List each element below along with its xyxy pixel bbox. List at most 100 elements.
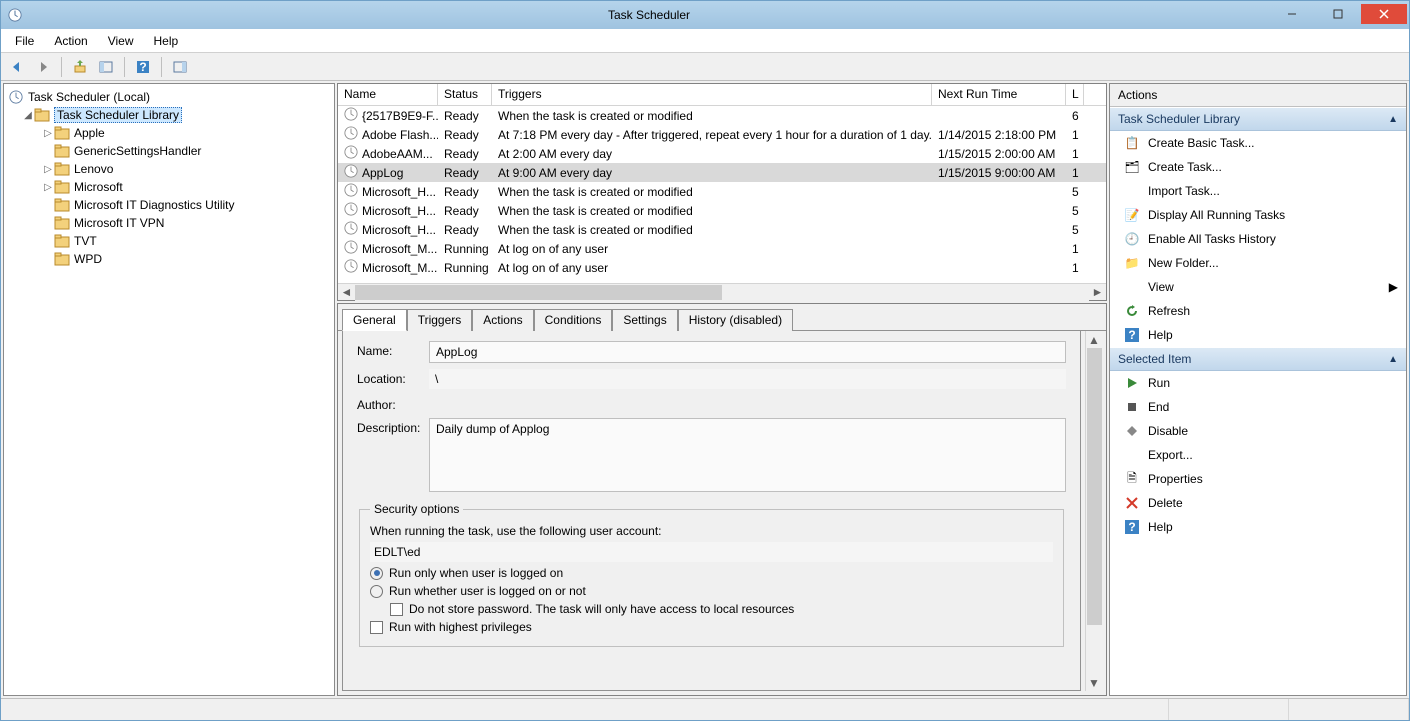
tree-item-apple[interactable]: ▷Apple: [8, 124, 330, 142]
tree-item-wpd[interactable]: WPD: [8, 250, 330, 268]
collapse-icon[interactable]: ▲: [1388, 354, 1398, 365]
forward-button[interactable]: [31, 56, 55, 78]
tab-conditions[interactable]: Conditions: [534, 309, 613, 331]
action-enable-history[interactable]: 🕘Enable All Tasks History: [1110, 227, 1406, 251]
action-help[interactable]: ?Help: [1110, 323, 1406, 347]
description-label: Description:: [357, 418, 429, 435]
scroll-up-icon[interactable]: ▲: [1086, 331, 1102, 348]
col-last[interactable]: L: [1066, 84, 1084, 105]
task-name: {2517B9E9-F...: [338, 106, 438, 125]
action-help-2[interactable]: ?Help: [1110, 515, 1406, 539]
task-row[interactable]: AppLogReadyAt 9:00 AM every day1/15/2015…: [338, 163, 1106, 182]
tree-item-tvt[interactable]: TVT: [8, 232, 330, 250]
task-next-run: [932, 267, 1066, 269]
action-disable[interactable]: Disable: [1110, 419, 1406, 443]
tree[interactable]: Task Scheduler (Local) ◢ Task Scheduler …: [8, 88, 330, 268]
show-hide-tree-button[interactable]: [94, 56, 118, 78]
action-new-folder[interactable]: 📁New Folder...: [1110, 251, 1406, 275]
task-row[interactable]: Microsoft_M...RunningAt log on of any us…: [338, 239, 1106, 258]
scroll-track[interactable]: [355, 284, 1089, 301]
tree-item-lenovo[interactable]: ▷Lenovo: [8, 160, 330, 178]
action-view[interactable]: View▶: [1110, 275, 1406, 299]
help-button[interactable]: ?: [131, 56, 155, 78]
task-next-run: [932, 115, 1066, 117]
separator: [61, 57, 62, 77]
action-export[interactable]: Export...: [1110, 443, 1406, 467]
col-next[interactable]: Next Run Time: [932, 84, 1066, 105]
name-field[interactable]: AppLog: [429, 341, 1066, 363]
col-status[interactable]: Status: [438, 84, 492, 105]
tab-general[interactable]: General: [342, 309, 407, 331]
clock-icon: [344, 202, 358, 219]
task-row[interactable]: AdobeAAM...ReadyAt 2:00 AM every day1/15…: [338, 144, 1106, 163]
clock-icon: [344, 183, 358, 200]
check-highest-priv[interactable]: Run with highest privileges: [370, 620, 1053, 634]
action-create-task[interactable]: 🗂Create Task...: [1110, 155, 1406, 179]
back-button[interactable]: [5, 56, 29, 78]
tree-library[interactable]: ◢ Task Scheduler Library: [8, 106, 330, 124]
tab-actions[interactable]: Actions: [472, 309, 533, 331]
minimize-button[interactable]: [1269, 4, 1315, 24]
expand-icon[interactable]: ▷: [42, 182, 54, 193]
tree-item-msitdiag[interactable]: Microsoft IT Diagnostics Utility: [8, 196, 330, 214]
check-no-password[interactable]: Do not store password. The task will onl…: [370, 602, 1053, 616]
checkbox-icon[interactable]: [390, 603, 403, 616]
radio-icon[interactable]: [370, 567, 383, 580]
task-last: 1: [1066, 127, 1084, 143]
action-end[interactable]: End: [1110, 395, 1406, 419]
menu-action[interactable]: Action: [46, 32, 95, 50]
action-import-task[interactable]: Import Task...: [1110, 179, 1406, 203]
action-create-basic-task[interactable]: 📋Create Basic Task...: [1110, 131, 1406, 155]
radio-logged-on[interactable]: Run only when user is logged on: [370, 566, 1053, 580]
task-row[interactable]: Microsoft_H...ReadyWhen the task is crea…: [338, 220, 1106, 239]
titlebar[interactable]: Task Scheduler: [1, 1, 1409, 29]
tab-triggers[interactable]: Triggers: [407, 309, 473, 331]
collapse-icon[interactable]: ◢: [22, 110, 34, 121]
actions-group-selected[interactable]: Selected Item▲: [1110, 347, 1406, 371]
vertical-scrollbar[interactable]: ▲ ▼: [1085, 331, 1102, 691]
play-icon: [1124, 375, 1140, 391]
action-properties[interactable]: 🗎Properties: [1110, 467, 1406, 491]
task-row[interactable]: Microsoft_H...ReadyWhen the task is crea…: [338, 201, 1106, 220]
horizontal-scrollbar[interactable]: ◄ ►: [338, 283, 1106, 300]
menu-view[interactable]: View: [100, 32, 142, 50]
checkbox-icon[interactable]: [370, 621, 383, 634]
menu-help[interactable]: Help: [146, 32, 187, 50]
close-button[interactable]: [1361, 4, 1407, 24]
description-field[interactable]: Daily dump of Applog: [429, 418, 1066, 492]
tree-item-microsoft[interactable]: ▷Microsoft: [8, 178, 330, 196]
task-row[interactable]: Adobe Flash...ReadyAt 7:18 PM every day …: [338, 125, 1106, 144]
tab-history[interactable]: History (disabled): [678, 309, 793, 331]
up-button[interactable]: [68, 56, 92, 78]
radio-icon[interactable]: [370, 585, 383, 598]
tree-item-generic[interactable]: GenericSettingsHandler: [8, 142, 330, 160]
action-delete[interactable]: Delete: [1110, 491, 1406, 515]
expand-icon[interactable]: ▷: [42, 164, 54, 175]
menu-file[interactable]: File: [7, 32, 42, 50]
scroll-thumb[interactable]: [355, 285, 722, 300]
col-name[interactable]: Name: [338, 84, 438, 105]
show-hide-action-pane-button[interactable]: [168, 56, 192, 78]
scroll-left-icon[interactable]: ◄: [338, 284, 355, 301]
maximize-button[interactable]: [1315, 4, 1361, 24]
action-display-running[interactable]: 📝Display All Running Tasks: [1110, 203, 1406, 227]
action-refresh[interactable]: Refresh: [1110, 299, 1406, 323]
properties-icon: 🗎: [1124, 471, 1140, 487]
task-row[interactable]: Microsoft_M...RunningAt log on of any us…: [338, 258, 1106, 277]
actions-group-library[interactable]: Task Scheduler Library▲: [1110, 107, 1406, 131]
task-rows[interactable]: {2517B9E9-F...ReadyWhen the task is crea…: [338, 106, 1106, 283]
folder-icon: [54, 197, 70, 213]
scroll-down-icon[interactable]: ▼: [1086, 674, 1102, 691]
tree-item-msitvpn[interactable]: Microsoft IT VPN: [8, 214, 330, 232]
tab-settings[interactable]: Settings: [612, 309, 677, 331]
collapse-icon[interactable]: ▲: [1388, 114, 1398, 125]
action-run[interactable]: Run: [1110, 371, 1406, 395]
task-row[interactable]: Microsoft_H...ReadyWhen the task is crea…: [338, 182, 1106, 201]
scroll-thumb[interactable]: [1087, 348, 1102, 625]
radio-logged-off[interactable]: Run whether user is logged on or not: [370, 584, 1053, 598]
col-triggers[interactable]: Triggers: [492, 84, 932, 105]
tree-root[interactable]: Task Scheduler (Local): [8, 88, 330, 106]
expand-icon[interactable]: ▷: [42, 128, 54, 139]
task-row[interactable]: {2517B9E9-F...ReadyWhen the task is crea…: [338, 106, 1106, 125]
scroll-right-icon[interactable]: ►: [1089, 284, 1106, 301]
